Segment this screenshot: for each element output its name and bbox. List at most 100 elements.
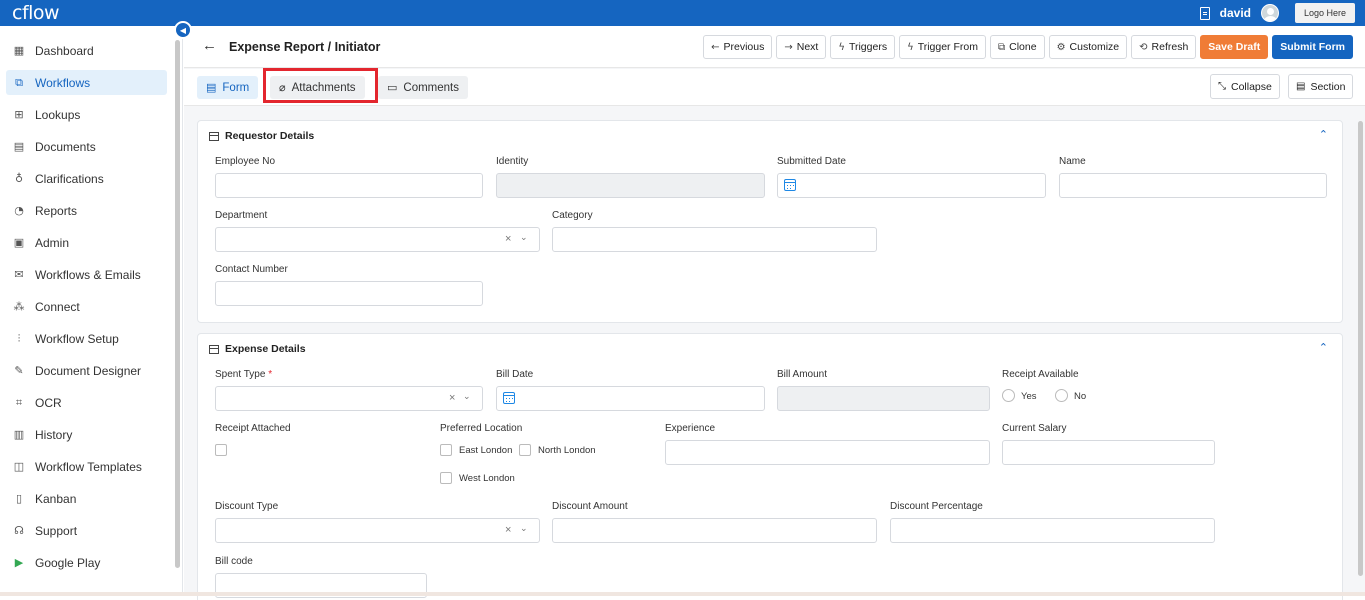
section-button[interactable]: ▤ Section [1288,74,1354,99]
chevron-up-icon[interactable]: ⌃ [1319,128,1328,141]
history-icon: ▥ [13,428,25,441]
sidebar-item-label: Documents [35,139,96,154]
sidebar-item-kanban[interactable]: ▯ Kanban [6,486,167,511]
spent-type-select[interactable]: × ⌄ [215,386,483,411]
tabs-bar: ▤ Form ⌀ Attachments ▭ Comments ⤡ Collapse ▤… [184,68,1365,106]
sidebar-item-documents[interactable]: ▤ Documents [6,134,167,159]
collapse-button[interactable]: ⤡ Collapse [1210,74,1280,99]
discount-amount-input[interactable] [552,518,877,543]
sidebar-item-history[interactable]: ▥ History [6,422,167,447]
receipt-yes-radio[interactable] [1002,389,1015,402]
preferred-location-label: Preferred Location [440,423,523,434]
sidebar-collapse-button[interactable]: ◀ [174,21,192,39]
sidebar-item-workflow-setup[interactable]: ⫶ Workflow Setup [6,326,167,351]
trigger-from-label: Trigger From [917,41,978,53]
section-icon [209,131,219,141]
main-scrollbar[interactable] [1358,121,1363,576]
discount-type-label: Discount Type [215,501,279,512]
save-draft-button[interactable]: Save Draft [1200,35,1269,59]
chevron-down-icon[interactable]: ⌄ [520,524,528,534]
collapse-label: Collapse [1231,80,1272,93]
submitted-date-label: Submitted Date [777,156,846,167]
sidebar-item-reports[interactable]: ◔ Reports [6,198,167,223]
sidebar-item-dashboard[interactable]: ▦ Dashboard [6,38,167,63]
east-london-checkbox[interactable] [440,444,452,456]
calendar-icon[interactable] [784,179,796,191]
tab-comments[interactable]: ▭ Comments [378,76,469,99]
section-header[interactable]: Expense Details [209,343,306,355]
sidebar-item-lookups[interactable]: ⊞ Lookups [6,102,167,127]
trigger-from-button[interactable]: ϟ Trigger From [899,35,986,59]
cflow-logo[interactable]: cflow [12,2,60,24]
connect-icon: ⁂ [13,300,25,313]
clone-button[interactable]: ⧉ Clone [989,35,1045,59]
refresh-label: Refresh [1151,41,1189,53]
avatar[interactable] [1261,4,1279,22]
next-button[interactable]: → Next [776,35,827,59]
arrow-left-icon: ← [711,41,720,53]
sidebar-item-ocr[interactable]: ⌗ OCR [6,390,167,415]
clear-icon[interactable]: × [449,392,455,404]
kanban-icon: ▯ [15,492,23,505]
discount-percentage-input[interactable] [890,518,1215,543]
sidebar-item-label: Lookups [35,107,81,122]
no-label: No [1074,391,1087,402]
sidebar-item-label: Workflow Setup [35,331,119,346]
section-header[interactable]: Requestor Details [209,130,314,142]
clear-icon[interactable]: × [505,233,511,245]
west-london-checkbox[interactable] [440,472,452,484]
name-input[interactable] [1059,173,1327,198]
chevron-up-icon[interactable]: ⌃ [1319,341,1328,354]
bill-date-input[interactable] [496,386,765,411]
username[interactable]: david [1220,6,1251,20]
sidebar-item-google-play[interactable]: ▶ Google Play [6,550,167,575]
submit-form-button[interactable]: Submit Form [1272,35,1353,59]
refresh-button[interactable]: ⟲ Refresh [1131,35,1197,59]
bill-date-label: Bill Date [496,369,534,380]
previous-button[interactable]: ← Previous [703,35,773,59]
sidebar-item-support[interactable]: ☊ Support [6,518,167,543]
calendar-icon[interactable] [503,392,515,404]
sidebar-scrollbar[interactable] [175,40,180,568]
sidebar-item-connect[interactable]: ⁂ Connect [6,294,167,319]
experience-input[interactable] [665,440,990,465]
sidebar-item-admin[interactable]: ▣ Admin [6,230,167,255]
requestor-details-section: Requestor Details ⌃ Employee No Identity… [197,120,1343,323]
workflows-icon: ⧉ [15,75,23,89]
current-salary-label: Current Salary [1002,423,1067,434]
collapse-icon: ⤡ [1218,81,1226,92]
sidebar-item-clarifications[interactable]: ♁ Clarifications [6,166,167,191]
triggers-label: Triggers [848,41,888,53]
tab-form[interactable]: ▤ Form [197,76,259,99]
contact-number-input[interactable] [215,281,483,306]
sidebar-item-workflows[interactable]: ⧉ Workflows [6,70,167,95]
submitted-date-input[interactable] [777,173,1046,198]
receipt-no-radio[interactable] [1055,389,1068,402]
current-salary-input[interactable] [1002,440,1215,465]
west-london-label: West London [459,473,515,484]
contact-number-label: Contact Number [215,264,288,275]
clear-icon[interactable]: × [505,524,511,536]
sidebar-item-workflows-emails[interactable]: ✉ Workflows & Emails [6,262,167,287]
previous-label: Previous [723,41,765,53]
back-arrow-icon[interactable]: ← [202,37,217,54]
discount-type-select[interactable]: × ⌄ [215,518,540,543]
employee-no-input[interactable] [215,173,483,198]
category-input[interactable] [552,227,877,252]
admin-icon: ▣ [13,236,25,249]
department-select[interactable]: × ⌄ [215,227,540,252]
document-icon: ▤ [13,140,25,153]
sidebar-item-document-designer[interactable]: ✎ Document Designer [6,358,167,383]
triggers-button[interactable]: ϟ Triggers [830,35,896,59]
receipt-attached-checkbox[interactable] [215,444,227,456]
sidebar-item-workflow-templates[interactable]: ◫ Workflow Templates [6,454,167,479]
sidebar: ▦ Dashboard ⧉ Workflows ⊞ Lookups ▤ Document… [0,26,183,596]
chevron-down-icon[interactable]: ⌄ [463,392,471,402]
department-label: Department [215,210,268,221]
document-icon[interactable] [1199,6,1210,20]
chevron-down-icon[interactable]: ⌄ [520,233,528,243]
customize-button[interactable]: ⚙ Customize [1048,35,1128,59]
north-london-checkbox[interactable] [519,444,531,456]
tab-comments-label: Comments [403,81,460,94]
lightning-icon: ϟ [907,41,914,53]
